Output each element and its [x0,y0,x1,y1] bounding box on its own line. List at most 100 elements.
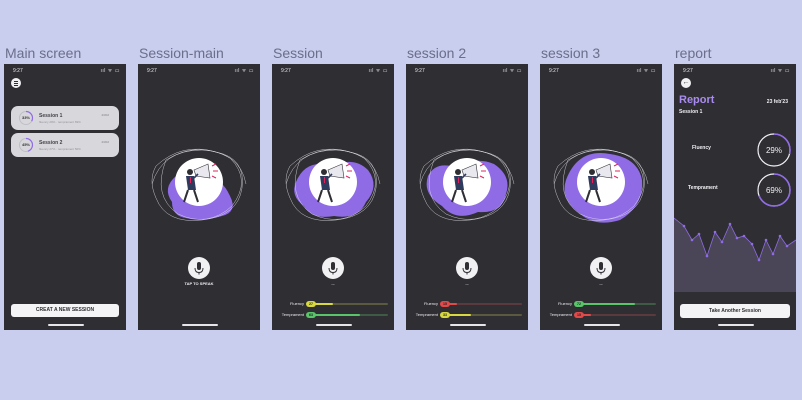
session-title: Session 1 [39,113,63,119]
temprament-value: 15 [574,312,584,318]
temprament-label: Temprament [549,312,572,317]
phone-report: 9:27 ııl ᯤ ▭ ← Report 23 feb'23 Session 1… [674,64,796,330]
speaker-circle [309,158,357,206]
status-time: 9:27 [683,68,693,74]
fluency-value: 27 [306,301,316,307]
status-icons: ııl ᯤ ▭ [368,68,388,74]
speaker-illustration [151,148,247,221]
microphone-button[interactable] [590,257,612,279]
status-icons: ııl ᯤ ▭ [234,68,254,74]
menu-icon[interactable] [11,78,21,88]
status-bar: 9:27 ııl ᯤ ▭ [145,67,254,75]
fluency-track [580,303,656,305]
trend-point [785,244,789,248]
temprament-meter: Temprament 15 [546,312,656,318]
phone-session-3: 9:27 ııl ᯤ ▭ ... Fluency 72 Temprament 15 [540,64,662,330]
temprament-value: 33 [440,312,450,318]
create-session-button[interactable]: CREAT A NEW SESSION [11,304,119,317]
temprament-track [580,314,656,316]
home-indicator [316,324,352,326]
frame-title-main-screen: Main screen [5,45,82,61]
home-indicator [584,324,620,326]
session-percent: 45% [21,142,30,147]
fluency-value: 15 [440,301,450,307]
fluency-value: 72 [574,301,584,307]
trend-point [764,238,768,242]
fluency-label: Fluency [557,301,572,306]
status-icons: ııl ᯤ ▭ [636,68,656,74]
phone-session-2: 9:27 ııl ᯤ ▭ ... Fluency 15 Temprament 33 [406,64,528,330]
status-time: 9:27 [13,68,23,74]
fluency-meter: Fluency 15 [412,301,522,307]
fluency-label: Fluency [423,301,438,306]
speaker-illustration [553,148,649,223]
speaker-illustration [285,148,381,221]
fluency-track [312,303,388,305]
microphone-icon [194,262,204,275]
session-subtitle: fluency 29% · temprament 69% [39,120,81,124]
microphone-icon [462,262,472,275]
back-arrow-icon[interactable]: ← [681,78,691,88]
fluency-label: Fluency [692,145,711,151]
trend-point [705,254,709,258]
report-trend-chart [674,217,796,292]
status-time: 9:27 [281,68,291,74]
person-head [589,169,595,175]
home-indicator [182,324,218,326]
session-card[interactable]: 45% Session 2 fluency 27% · temprament 5… [11,133,119,157]
frame-title-session-3: session 3 [541,45,601,61]
microphone-button[interactable] [456,257,478,279]
report-date: 23 feb'23 [766,99,788,105]
status-icons: ııl ᯤ ▭ [502,68,522,74]
microphone-button[interactable] [322,257,344,279]
temprament-fill [312,314,360,316]
session-subtitle: fluency 27% · temprament 50% [39,147,81,151]
person-head [187,169,193,175]
trend-area [674,218,796,292]
status-bar: 9:27 ııl ᯤ ▭ [11,67,120,75]
take-another-session-button[interactable]: Take Another Session [680,304,790,318]
frame-title-report: report [675,45,712,61]
home-indicator [48,324,84,326]
session-card[interactable]: 33% Session 1 fluency 29% · temprament 6… [11,106,119,130]
person-head [321,169,327,175]
status-time: 9:27 [147,68,157,74]
temprament-label: Temprament [415,312,438,317]
trend-point [771,252,775,256]
microphone-icon [596,262,606,275]
home-indicator [718,324,754,326]
session-title: Session 2 [39,140,63,146]
frame-title-session: Session [273,45,323,61]
session-date: 23/02 [101,140,109,144]
fluency-label: Fluency [289,301,304,306]
microphone-button[interactable] [188,257,210,279]
temprament-track [312,314,388,316]
temprament-value: 69% [765,186,782,195]
trend-point [697,232,701,236]
temprament-label: Temprament [281,312,304,317]
frame-title-session-main: Session-main [139,45,224,61]
fluency-fill [580,303,635,305]
status-icons: ııl ᯤ ▭ [770,68,790,74]
speaker-circle [577,158,625,206]
report-title: Report [679,94,715,106]
status-icons: ııl ᯤ ▭ [100,68,120,74]
person-tie [458,177,459,183]
status-time: 9:27 [549,68,559,74]
listening-dots: ... [465,281,469,286]
status-bar: 9:27 ııl ᯤ ▭ [279,67,388,75]
status-bar: 9:27 ııl ᯤ ▭ [547,67,656,75]
temprament-label: Temprament [688,185,718,191]
trend-point [742,234,746,238]
session-date: 23/02 [101,113,109,117]
person-tie [190,177,191,183]
fluency-track [446,303,522,305]
temprament-value: 63 [306,312,316,318]
status-time: 9:27 [415,68,425,74]
fluency-meter: Fluency 72 [546,301,656,307]
person-head [455,169,461,175]
fluency-meter: Fluency 27 [278,301,388,307]
trend-point [750,242,754,246]
speaker-circle [175,158,223,206]
trend-point [720,240,724,244]
